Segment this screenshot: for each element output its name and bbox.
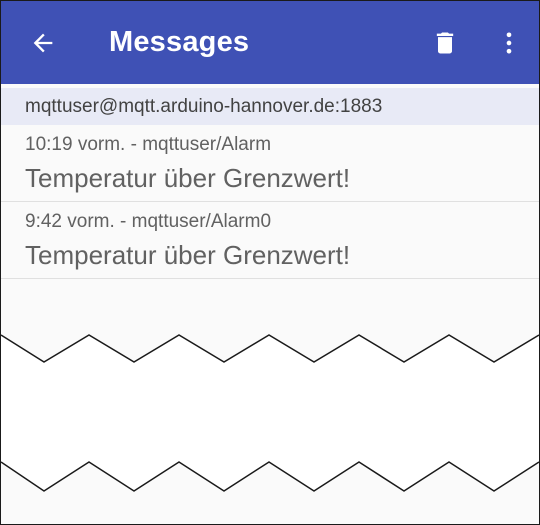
screenshot-frame: Messages mqttuser@mqtt.arduino-hannover.… [0,0,540,525]
screenshot-break [1,334,539,492]
